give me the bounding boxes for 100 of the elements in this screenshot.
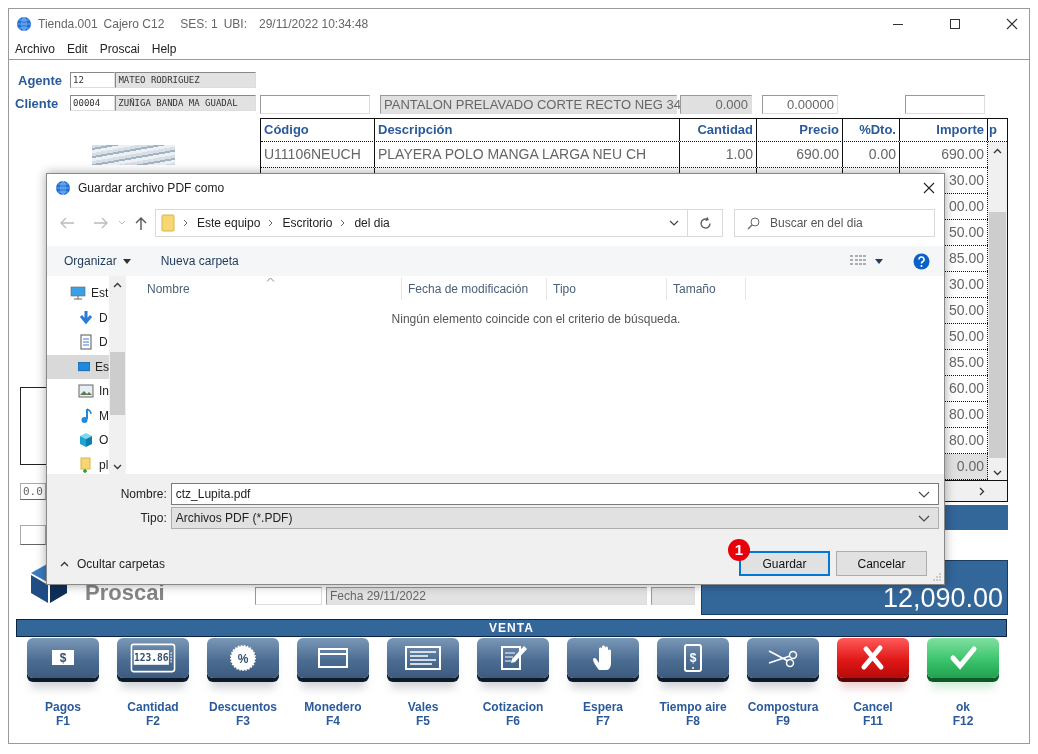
- nav-item[interactable]: In: [47, 379, 109, 404]
- field-label: Agente: [17, 72, 64, 88]
- column-header[interactable]: Tamaño: [666, 278, 746, 300]
- nav-item[interactable]: pl: [47, 452, 109, 474]
- close-icon[interactable]: [923, 182, 935, 194]
- column-header[interactable]: Código: [261, 119, 375, 141]
- logo-text: Proscai: [85, 581, 165, 605]
- function-key-button[interactable]: Monedero F4: [293, 638, 373, 728]
- column-header[interactable]: Tipo: [546, 278, 666, 300]
- scroll-up-icon[interactable]: [113, 282, 122, 288]
- column-header[interactable]: %Dto.: [843, 119, 900, 141]
- cancel-button[interactable]: Cancelar: [836, 551, 927, 576]
- field-label: Cliente: [15, 95, 60, 111]
- table-cell: 85.00: [948, 250, 984, 266]
- name-field[interactable]: ZUÑIGA BANDA MA GUADAL: [115, 95, 256, 111]
- nav-item[interactable]: O: [47, 428, 109, 453]
- function-key-button[interactable]: 123.86 Cantidad F2: [113, 638, 193, 728]
- calculator-icon: 123.86: [130, 641, 176, 675]
- chevron-down-icon: [918, 514, 930, 522]
- breadcrumb-item[interactable]: del dia: [354, 216, 390, 230]
- list-view-icon: [849, 254, 867, 268]
- nav-item[interactable]: D: [47, 305, 109, 330]
- input-field[interactable]: [255, 587, 322, 605]
- table-cell: 30.00: [948, 276, 984, 292]
- column-header[interactable]: Fecha de modificación: [401, 278, 546, 300]
- column-header[interactable]: Importe: [900, 119, 988, 141]
- input-field[interactable]: [905, 95, 985, 114]
- nav-item[interactable]: D: [47, 330, 109, 355]
- column-header[interactable]: p: [988, 119, 1007, 141]
- breadcrumb-item[interactable]: Este equipo: [197, 216, 261, 230]
- input-field[interactable]: [20, 525, 46, 545]
- table-cell: 0.00: [868, 146, 896, 162]
- table-cell: 50.00: [948, 328, 984, 344]
- date-field[interactable]: Fecha 29/11/2022: [326, 587, 647, 605]
- code-field[interactable]: 12: [70, 72, 116, 88]
- up-arrow-icon[interactable]: [135, 216, 147, 230]
- globe-icon: [16, 15, 32, 32]
- scroll-right-icon[interactable]: [979, 486, 985, 496]
- function-key-button[interactable]: $ Pagos F1: [23, 638, 103, 728]
- function-key-button[interactable]: Cotizacion F6: [473, 638, 553, 728]
- table-cell: 50.00: [948, 224, 984, 240]
- address-bar[interactable]: Este equipo Escritorio del dia: [155, 209, 688, 237]
- close-icon[interactable]: [1006, 17, 1018, 30]
- menu-item[interactable]: Proscai: [99, 41, 140, 56]
- document-lines-icon: [403, 643, 443, 673]
- cube-icon: [78, 432, 94, 449]
- function-key-button[interactable]: Compostura F9: [743, 638, 823, 728]
- function-key-button[interactable]: Espera F7: [563, 638, 643, 728]
- column-header[interactable]: Descripción: [375, 119, 680, 141]
- window-title: 29/11/2022 10:34:48: [259, 16, 369, 31]
- amount-field[interactable]: 0.0: [20, 483, 46, 500]
- nav-item[interactable]: Es: [47, 354, 109, 379]
- scroll-down-icon[interactable]: [113, 464, 122, 470]
- filename-field[interactable]: ctz_Lupita.pdf: [170, 483, 939, 505]
- table-cell: 80.00: [948, 432, 984, 448]
- quantity-field[interactable]: 0.000: [680, 95, 752, 114]
- function-key-button[interactable]: Cancel F11: [833, 638, 913, 728]
- menu-item[interactable]: Edit: [67, 41, 88, 56]
- file-type-dropdown[interactable]: Archivos PDF (*.PDF): [170, 507, 939, 529]
- input-field[interactable]: [260, 95, 370, 114]
- vertical-scrollbar[interactable]: [109, 276, 126, 474]
- table-cell: 80.00: [948, 406, 984, 422]
- new-folder-button[interactable]: Nueva carpeta: [160, 254, 239, 268]
- column-header[interactable]: Precio: [757, 119, 843, 141]
- table-row[interactable]: U11106NEUCH PLAYERA POLO MANGA LARGA NEU CH 1.00 690.00 0.00 690.00: [261, 142, 988, 168]
- function-key-button[interactable]: Vales F5: [383, 638, 463, 728]
- input-field[interactable]: [651, 587, 695, 605]
- view-menu[interactable]: [849, 254, 883, 268]
- menu-item[interactable]: Archivo: [15, 41, 55, 56]
- window-title: UBI:: [223, 16, 247, 31]
- organize-menu[interactable]: Organizar: [64, 254, 131, 268]
- nav-item[interactable]: M: [47, 403, 109, 428]
- function-key-button[interactable]: % Descuentos F3: [203, 638, 283, 728]
- function-key-button[interactable]: $ Tiempo aire F8: [653, 638, 733, 728]
- breadcrumb-item[interactable]: Escritorio: [282, 216, 333, 230]
- window-title: SES: 1: [180, 16, 218, 31]
- refresh-button[interactable]: [688, 209, 723, 237]
- vertical-scrollbar[interactable]: [988, 142, 1007, 480]
- column-header[interactable]: Nombre: [126, 278, 401, 300]
- monitor-icon: [70, 285, 86, 302]
- scroll-down-icon[interactable]: [993, 470, 1002, 476]
- code-field[interactable]: 00004: [70, 95, 116, 111]
- maximize-icon[interactable]: [949, 17, 961, 30]
- chevron-down-icon[interactable]: [669, 220, 679, 226]
- search-field[interactable]: Buscar en del dia: [734, 209, 935, 237]
- help-icon[interactable]: [913, 252, 930, 270]
- hide-folders-toggle[interactable]: Ocultar carpetas: [60, 556, 166, 571]
- name-field[interactable]: MATEO RODRIGUEZ: [115, 72, 256, 88]
- search-input[interactable]: Buscar en del dia: [770, 215, 910, 231]
- price-field[interactable]: 0.00000: [762, 95, 838, 114]
- nav-item[interactable]: Est: [47, 281, 109, 306]
- scroll-up-icon[interactable]: [993, 148, 1002, 154]
- chevron-down-icon: [918, 490, 930, 498]
- menu-item[interactable]: Help: [151, 41, 177, 56]
- function-key-button[interactable]: ok F12: [923, 638, 1003, 728]
- mode-banner: VENTA: [16, 619, 1007, 637]
- column-header[interactable]: Cantidad: [680, 119, 757, 141]
- resize-grip-icon[interactable]: [933, 573, 941, 581]
- field-label: Tipo:: [139, 511, 168, 525]
- caret-down-icon: [122, 258, 131, 264]
